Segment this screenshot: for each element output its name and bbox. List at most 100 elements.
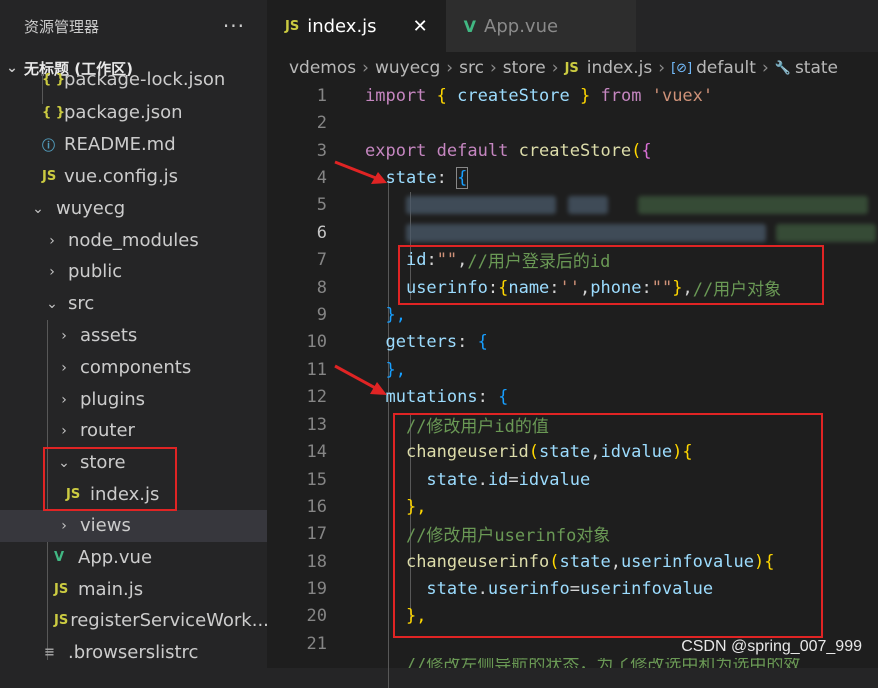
token: } bbox=[580, 85, 591, 106]
tree-item-app-vue[interactable]: V App.vue bbox=[0, 542, 267, 574]
tree-item-browserslistrc[interactable]: ≡ .browserslistrc bbox=[0, 637, 267, 668]
tab-bar: JS index.js ✕ V App.vue bbox=[267, 0, 878, 52]
highlight-box-state-fields bbox=[398, 245, 824, 305]
tree-item-label: assets bbox=[80, 325, 138, 347]
token: : bbox=[477, 386, 488, 407]
chevron-down-icon: ⌄ bbox=[32, 200, 44, 217]
token: { bbox=[456, 166, 469, 189]
tree-item-register-service-worker[interactable]: JS registerServiceWork... bbox=[0, 605, 267, 637]
tab-label: App.vue bbox=[484, 15, 559, 37]
line-number: 7 bbox=[316, 249, 327, 270]
line-number: 16 bbox=[306, 496, 327, 517]
annotation-arrow-icon bbox=[334, 364, 387, 395]
line-number: 14 bbox=[306, 441, 327, 462]
tree-item-label: registerServiceWork... bbox=[70, 610, 267, 632]
blurred-content bbox=[637, 195, 868, 214]
breadcrumb-item[interactable]: wuyecg bbox=[375, 58, 440, 78]
tree-item-label: src bbox=[68, 293, 95, 315]
token: 'vuex' bbox=[651, 85, 714, 106]
breadcrumb-item[interactable]: default bbox=[696, 58, 756, 78]
breadcrumb-item[interactable]: state bbox=[795, 58, 838, 78]
tab-label: index.js bbox=[307, 15, 377, 37]
tree-folder-src[interactable]: ⌄ src bbox=[0, 288, 267, 320]
chevron-right-icon: › bbox=[61, 359, 67, 376]
tree-folder-wuyecg[interactable]: ⌄ wuyecg bbox=[0, 193, 267, 225]
tree-item-package-json[interactable]: { } package.json bbox=[0, 97, 267, 129]
line-number: 9 bbox=[316, 304, 327, 325]
code-line: //修改左侧导航的状态，为了修改选中和为选中的效 bbox=[267, 658, 878, 668]
blurred-content bbox=[405, 223, 766, 242]
js-file-icon: JS bbox=[54, 613, 69, 629]
tab-index-js[interactable]: JS index.js ✕ bbox=[267, 0, 446, 52]
chevron-right-icon: › bbox=[446, 58, 454, 78]
tree-item-label: main.js bbox=[78, 579, 144, 601]
line-number: 13 bbox=[306, 414, 327, 435]
tree-item-label: plugins bbox=[80, 389, 146, 411]
js-file-icon: JS bbox=[42, 169, 57, 185]
tree-folder-router[interactable]: › router bbox=[0, 415, 267, 447]
tab-app-vue[interactable]: V App.vue bbox=[445, 0, 637, 52]
line-number: 21 bbox=[306, 633, 327, 654]
tree-item-package-lock[interactable]: { } package-lock.json bbox=[0, 68, 267, 90]
breadcrumb-item[interactable]: index.js bbox=[587, 58, 653, 78]
tree-item-label: public bbox=[68, 261, 123, 283]
tree-folder-components[interactable]: › components bbox=[0, 352, 267, 384]
token: //修改左侧导航的状态，为了修改选中和为选中的效 bbox=[405, 658, 801, 668]
code-line: 9 }, bbox=[267, 301, 878, 328]
line-number: 2 bbox=[316, 112, 327, 133]
chevron-right-icon: › bbox=[61, 391, 67, 408]
token: : bbox=[457, 331, 468, 352]
line-number: 20 bbox=[306, 605, 327, 626]
chevron-right-icon: › bbox=[658, 58, 666, 78]
code-line: 5 bbox=[267, 191, 878, 218]
close-icon[interactable]: ✕ bbox=[413, 16, 428, 37]
line-number: 1 bbox=[316, 85, 327, 106]
tree-item-label: views bbox=[80, 515, 131, 537]
token: createStore bbox=[518, 140, 632, 161]
blurred-content bbox=[567, 195, 608, 214]
breadcrumb-item[interactable]: vdemos bbox=[289, 58, 356, 78]
breadcrumb-item[interactable]: store bbox=[503, 58, 546, 78]
chevron-right-icon: › bbox=[489, 58, 497, 78]
token: mutations bbox=[385, 386, 478, 407]
highlight-box-mutations bbox=[393, 413, 823, 638]
js-file-icon: JS bbox=[54, 582, 69, 598]
token: : bbox=[436, 167, 447, 188]
token: default bbox=[436, 140, 509, 161]
tree-item-readme[interactable]: ⓘ README.md bbox=[0, 129, 267, 161]
more-actions-icon[interactable]: ··· bbox=[223, 14, 245, 38]
token: { bbox=[477, 331, 488, 352]
tree-item-label: App.vue bbox=[78, 547, 153, 569]
tree-folder-views[interactable]: › views bbox=[0, 510, 267, 542]
tree-item-vue-config[interactable]: JS vue.config.js bbox=[0, 161, 267, 193]
tree-item-label: package.json bbox=[64, 102, 183, 124]
chevron-right-icon: › bbox=[61, 422, 67, 439]
explorer-header: 资源管理器 ··· bbox=[0, 0, 267, 52]
line-number: 17 bbox=[306, 523, 327, 544]
token: ( bbox=[631, 140, 642, 161]
tree-item-main-js[interactable]: JS main.js bbox=[0, 574, 267, 606]
line-number: 8 bbox=[316, 277, 327, 298]
tree-folder-node-modules[interactable]: › node_modules bbox=[0, 225, 267, 257]
chevron-right-icon: › bbox=[61, 517, 67, 534]
config-file-icon: ≡ bbox=[44, 645, 55, 661]
tree-item-label: vue.config.js bbox=[64, 166, 179, 188]
token: { bbox=[436, 85, 447, 106]
module-icon: [⊘] bbox=[671, 60, 693, 76]
editor-pane: JS index.js ✕ V App.vue vdemos › wuyecg › … bbox=[267, 0, 878, 688]
js-file-icon: JS bbox=[285, 18, 300, 34]
code-line: 1 import { createStore } from 'vuex' bbox=[267, 82, 878, 109]
tree-folder-assets[interactable]: › assets bbox=[0, 320, 267, 352]
code-line: 10 getters: { bbox=[267, 328, 878, 355]
watermark: CSDN @spring_007_999 bbox=[681, 638, 862, 655]
vue-file-icon: V bbox=[54, 550, 65, 566]
annotation-arrow-icon bbox=[334, 160, 387, 184]
chevron-right-icon: › bbox=[362, 58, 369, 78]
tree-folder-public[interactable]: › public bbox=[0, 256, 267, 288]
tree-item-label: router bbox=[80, 420, 135, 442]
chevron-right-icon: › bbox=[61, 327, 67, 344]
breadcrumb-item[interactable]: src bbox=[459, 58, 484, 78]
js-file-icon: JS bbox=[564, 60, 579, 76]
tree-folder-plugins[interactable]: › plugins bbox=[0, 384, 267, 416]
blurred-content bbox=[775, 223, 876, 242]
